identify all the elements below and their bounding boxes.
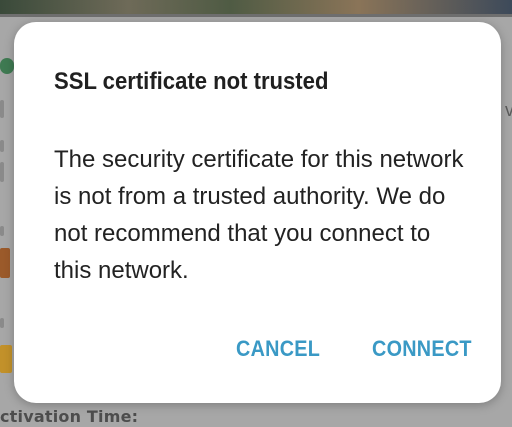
- background-activation-time-label: ctivation Time:: [0, 407, 139, 426]
- background-text-fragment: [0, 318, 4, 328]
- background-text-fragment: [0, 162, 4, 182]
- background-text-fragment: [0, 140, 4, 152]
- dialog-title: SSL certificate not trusted: [54, 68, 329, 95]
- background-right-text: v: [505, 100, 512, 120]
- connect-button[interactable]: CONNECT: [372, 336, 472, 362]
- cancel-button[interactable]: CANCEL: [236, 336, 320, 362]
- background-divider: [0, 14, 512, 17]
- background-list-icon: [0, 345, 12, 373]
- dialog-message: The security certificate for this networ…: [54, 146, 464, 284]
- background-list-icon: [0, 58, 14, 74]
- ssl-warning-dialog: SSL certificate not trusted The security…: [14, 22, 501, 403]
- background-text-fragment: [0, 100, 4, 118]
- background-header-image: [0, 0, 512, 14]
- background-list-icon: [0, 248, 10, 278]
- background-text-fragment: [0, 226, 4, 236]
